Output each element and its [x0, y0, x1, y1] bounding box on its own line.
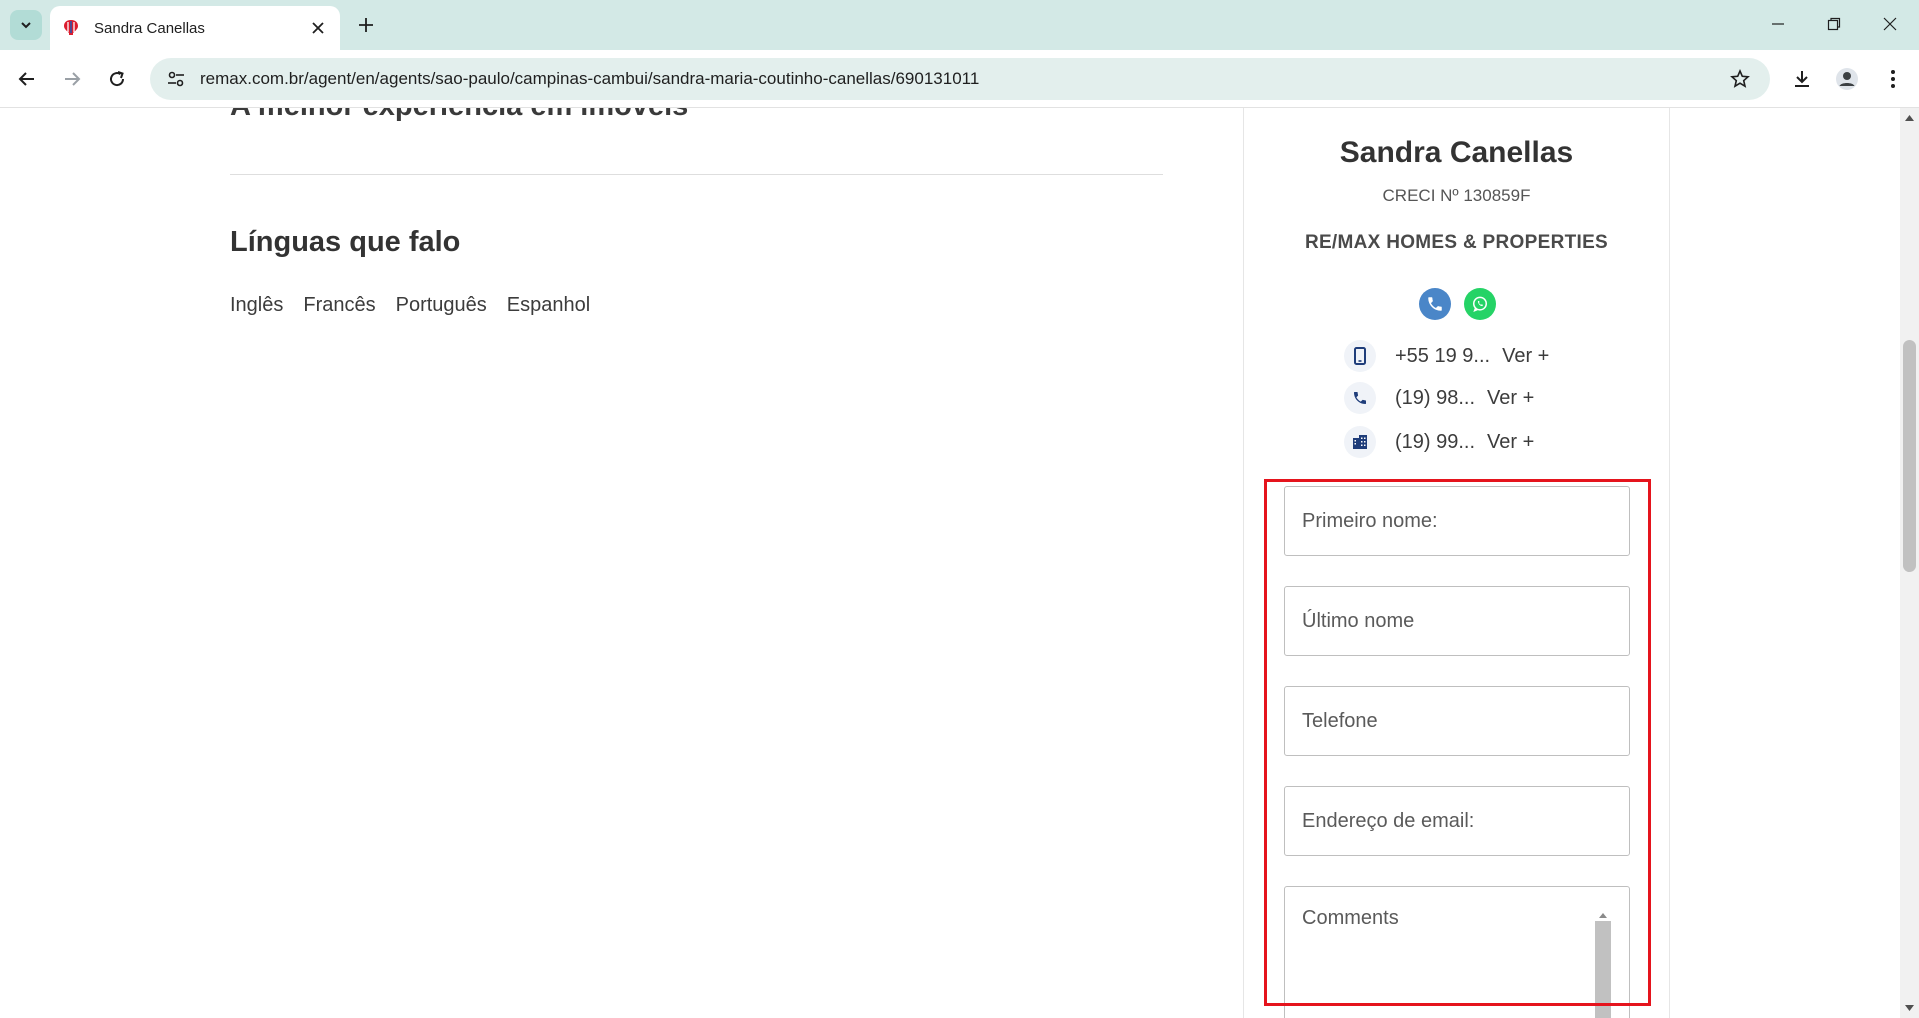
restore-button[interactable] — [1814, 8, 1854, 40]
tab-strip: Sandra Canellas — [0, 0, 1919, 50]
close-icon — [1883, 17, 1897, 31]
download-icon — [1795, 71, 1809, 87]
url-text: remax.com.br/agent/en/agents/sao-paulo/c… — [200, 69, 980, 88]
show-more-link[interactable]: Ver + — [1487, 431, 1534, 454]
scroll-up-arrow-icon[interactable] — [1900, 110, 1919, 126]
bookmark-star-icon[interactable] — [1722, 61, 1758, 97]
forward-button[interactable] — [56, 63, 88, 95]
email-placeholder: Endereço de email: — [1302, 809, 1475, 832]
phone-icon — [1344, 382, 1376, 414]
chevron-down-icon — [21, 22, 31, 29]
reload-button[interactable] — [101, 63, 133, 95]
agent-name: Sandra Canellas — [1339, 136, 1574, 169]
language-item: Inglês — [230, 294, 284, 316]
profile-avatar-icon — [1836, 68, 1858, 90]
back-button[interactable] — [11, 63, 43, 95]
language-item: Francês — [303, 294, 376, 316]
comments-textarea[interactable]: Comments — [1284, 886, 1630, 1018]
last-name-field[interactable]: Último nome — [1284, 586, 1630, 656]
browser-toolbar: remax.com.br/agent/en/agents/sao-paulo/c… — [0, 50, 1919, 108]
browser-menu-button[interactable] — [1876, 63, 1910, 95]
office-building-icon — [1344, 426, 1376, 458]
phone-number: +55 19 9... — [1395, 344, 1491, 367]
phone-row-office: (19) 99... Ver + — [1344, 426, 1534, 458]
show-more-link[interactable]: Ver + — [1487, 387, 1534, 410]
scroll-up-arrow-icon[interactable] — [1594, 909, 1612, 921]
page-scrollbar[interactable] — [1900, 108, 1919, 1018]
minimize-icon — [1772, 23, 1784, 25]
profile-button[interactable] — [1830, 63, 1864, 95]
agent-creci: CRECI Nº 130859F — [1382, 186, 1531, 205]
phone-row-mobile: +55 19 9... Ver + — [1344, 340, 1549, 372]
page-viewport: A melhor experiência em imóveis Línguas … — [0, 108, 1900, 1018]
call-button[interactable] — [1419, 288, 1451, 320]
close-window-button[interactable] — [1870, 8, 1910, 40]
new-tab-button[interactable] — [353, 12, 379, 38]
comments-placeholder: Comments — [1302, 907, 1399, 929]
tab-search-button[interactable] — [10, 10, 42, 40]
reload-icon — [110, 71, 125, 87]
downloads-button[interactable] — [1785, 63, 1819, 95]
tab-title: Sandra Canellas — [94, 19, 205, 37]
language-item: Espanhol — [506, 294, 591, 316]
remax-balloon-icon — [62, 19, 80, 37]
agent-contact-card: Sandra Canellas CRECI Nº 130859F RE/MAX … — [1243, 108, 1670, 1018]
phone-number: (19) 98... — [1395, 386, 1476, 409]
languages-list: Inglês Francês Português Espanhol — [230, 294, 590, 317]
phone-field[interactable]: Telefone — [1284, 686, 1630, 756]
show-more-link[interactable]: Ver + — [1502, 345, 1549, 368]
phone-icon — [1428, 297, 1442, 311]
email-field[interactable]: Endereço de email: — [1284, 786, 1630, 856]
textarea-scrollbar[interactable] — [1594, 909, 1612, 1018]
minimize-button[interactable] — [1758, 8, 1798, 40]
first-name-field[interactable]: Primeiro nome: — [1284, 486, 1630, 556]
last-name-placeholder: Último nome — [1302, 609, 1415, 632]
plus-icon — [359, 18, 373, 32]
phone-placeholder: Telefone — [1302, 709, 1378, 732]
restore-icon — [1827, 17, 1841, 31]
divider — [230, 174, 1163, 175]
language-item: Português — [395, 294, 487, 316]
mobile-phone-icon — [1344, 340, 1376, 372]
whatsapp-icon — [1473, 296, 1487, 312]
languages-heading: Línguas que falo — [230, 226, 461, 258]
close-tab-icon[interactable] — [308, 18, 328, 38]
site-info-icon[interactable] — [156, 59, 196, 99]
page-scroll-thumb[interactable] — [1903, 340, 1916, 572]
browser-tab[interactable]: Sandra Canellas — [50, 6, 340, 50]
more-vertical-icon — [1891, 70, 1895, 88]
scroll-down-arrow-icon[interactable] — [1900, 1000, 1919, 1016]
section-heading: A melhor experiência em imóveis — [230, 108, 688, 123]
agent-office: RE/MAX HOMES & PROPERTIES — [1304, 232, 1609, 253]
arrow-left-icon — [18, 72, 34, 86]
contact-buttons — [1419, 288, 1496, 320]
textarea-scroll-thumb[interactable] — [1595, 921, 1611, 1018]
arrow-right-icon — [65, 72, 81, 86]
whatsapp-button[interactable] — [1464, 288, 1496, 320]
phone-number: (19) 99... — [1395, 430, 1476, 453]
first-name-placeholder: Primeiro nome: — [1302, 509, 1438, 532]
phone-row-landline: (19) 98... Ver + — [1344, 382, 1534, 414]
address-bar[interactable]: remax.com.br/agent/en/agents/sao-paulo/c… — [150, 58, 1770, 100]
